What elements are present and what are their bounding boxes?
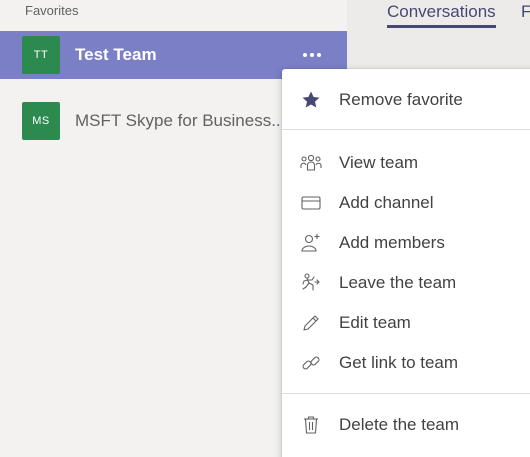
menu-item-label: View team bbox=[339, 153, 419, 172]
menu-item-add-channel[interactable]: Add channel bbox=[282, 185, 530, 221]
team-name: Test Team bbox=[75, 45, 157, 64]
menu-item-leave-team[interactable]: Leave the team bbox=[282, 265, 530, 301]
menu-item-delete-team[interactable]: Delete the team bbox=[282, 407, 530, 443]
more-dot bbox=[317, 53, 321, 57]
menu-divider bbox=[282, 129, 530, 130]
team-icon bbox=[300, 152, 322, 174]
teams-app: Favorites TT Test Team MS MSFT Skype for… bbox=[0, 0, 530, 457]
menu-divider bbox=[282, 393, 530, 394]
add-person-icon bbox=[300, 232, 322, 254]
team-avatar: TT bbox=[22, 36, 60, 74]
pencil-icon bbox=[300, 312, 322, 334]
more-horizontal-icon bbox=[303, 53, 307, 57]
menu-item-label: Add channel bbox=[339, 193, 434, 212]
menu-item-label: Delete the team bbox=[339, 415, 460, 434]
menu-item-remove-favorite[interactable]: Remove favorite bbox=[282, 82, 530, 118]
menu-item-view-team[interactable]: View team bbox=[282, 145, 530, 181]
menu-item-edit-team[interactable]: Edit team bbox=[282, 305, 530, 341]
tab-conversations[interactable]: Conversations bbox=[387, 2, 496, 28]
trash-icon bbox=[300, 414, 322, 436]
team-avatar: MS bbox=[22, 102, 60, 140]
favorites-section-title: Favorites bbox=[25, 3, 79, 18]
channel-icon bbox=[300, 192, 322, 214]
link-icon bbox=[300, 352, 322, 374]
menu-item-add-members[interactable]: Add members bbox=[282, 225, 530, 261]
tab-files[interactable]: F bbox=[521, 2, 530, 22]
menu-item-label: Remove favorite bbox=[339, 90, 463, 109]
menu-item-label: Add members bbox=[339, 233, 445, 252]
more-options-button[interactable] bbox=[297, 45, 327, 65]
menu-item-label: Leave the team bbox=[339, 273, 457, 292]
menu-item-label: Edit team bbox=[339, 313, 411, 332]
menu-item-get-link[interactable]: Get link to team bbox=[282, 345, 530, 381]
star-filled-icon bbox=[300, 89, 322, 111]
tab-label: F bbox=[521, 2, 530, 21]
leave-icon bbox=[300, 272, 322, 294]
menu-item-label: Get link to team bbox=[339, 353, 459, 372]
more-dot bbox=[310, 53, 314, 57]
active-tab-underline bbox=[387, 25, 496, 28]
team-context-menu: Remove favorite View team Add channel Ad… bbox=[282, 69, 530, 457]
tab-label: Conversations bbox=[387, 2, 496, 21]
team-name: MSFT Skype for Business... bbox=[75, 111, 280, 130]
